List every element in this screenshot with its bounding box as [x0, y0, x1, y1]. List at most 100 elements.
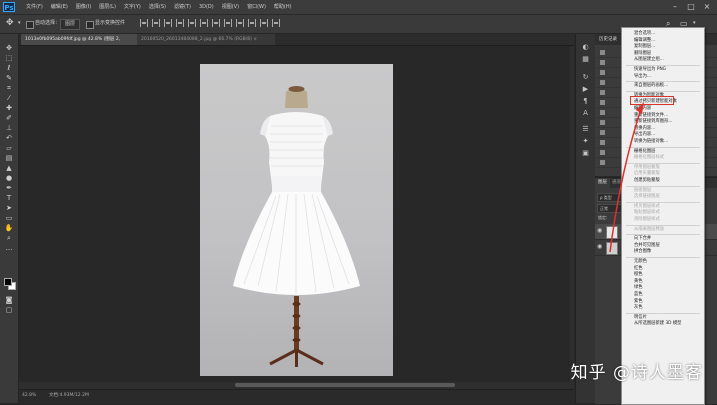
vertical-scrollbar[interactable] [570, 46, 574, 382]
context-menu-item[interactable]: 重新链接到文件... [634, 113, 668, 119]
paragraph-panel-icon[interactable]: ¶ [581, 98, 590, 105]
menu-layer[interactable]: 图层(L) [95, 0, 120, 14]
move-tool-icon[interactable]: ✥ [6, 17, 14, 30]
context-menu-item[interactable]: 快速导出为 PNG [634, 67, 666, 73]
pen-tool-icon[interactable]: ✒ [3, 184, 15, 192]
properties-panel-icon[interactable]: ☰ [581, 126, 590, 133]
align-middle-icon[interactable] [152, 19, 160, 27]
hand-tool-icon[interactable]: ✋ [3, 224, 15, 232]
context-menu-item[interactable]: 导出内容... [634, 132, 655, 138]
actions-panel-icon[interactable]: ▶ [581, 86, 590, 93]
distribute-center-icon[interactable] [260, 19, 268, 27]
context-menu-item[interactable]: 导出为... [634, 74, 651, 80]
show-transform-checkbox[interactable] [86, 21, 94, 29]
styles-panel-icon[interactable]: ✦ [581, 138, 590, 145]
marquee-tool-icon[interactable]: ⬚ [3, 54, 15, 62]
document-tab[interactable]: 20160520_26013484088_2.jpg @ 66.7% (RGB/… [137, 34, 275, 45]
context-menu-item[interactable]: 合并可见图层 [634, 243, 660, 249]
menu-help[interactable]: 帮助(H) [270, 0, 296, 14]
more-tools-icon[interactable]: … [3, 244, 15, 252]
eraser-tool-icon[interactable]: ▱ [3, 144, 15, 152]
history-tab[interactable]: 历史记录 [599, 34, 617, 45]
context-menu-item[interactable]: 重新链接到库图形... [634, 119, 672, 125]
context-menu-item[interactable]: 黄色 [634, 279, 643, 285]
dodge-tool-icon[interactable]: ● [3, 174, 15, 182]
scrollbar-thumb[interactable] [235, 383, 455, 387]
libraries-panel-icon[interactable]: ▣ [581, 150, 590, 157]
swatches-panel-icon[interactable]: ▦ [581, 56, 590, 63]
align-left-icon[interactable] [176, 19, 184, 27]
path-select-icon[interactable]: ➤ [3, 204, 15, 212]
dropdown-arrow-icon[interactable]: ▾ [18, 17, 21, 30]
quick-select-tool-icon[interactable]: ✎ [3, 74, 15, 82]
blend-mode-select[interactable]: 正常 [597, 204, 623, 213]
distribute-top-icon[interactable] [212, 19, 220, 27]
character-panel-icon[interactable]: A [581, 110, 590, 117]
eyedropper-tool-icon[interactable]: ⁄ [3, 94, 15, 102]
clone-stamp-icon[interactable]: ⊥ [3, 124, 15, 132]
context-menu-item[interactable]: 绿色 [634, 285, 643, 291]
quick-mask-icon[interactable]: ◙ [3, 296, 15, 304]
zoom-level[interactable]: 42.8% [22, 390, 36, 401]
type-tool-icon[interactable]: T [3, 194, 15, 202]
distribute-bottom-icon[interactable] [236, 19, 244, 27]
crop-tool-icon[interactable]: ⌗ [3, 84, 15, 92]
eye-icon[interactable]: ◉ [597, 228, 602, 234]
zoom-tool-icon[interactable]: ⌕ [3, 234, 15, 242]
context-menu-item[interactable]: 编辑调整... [634, 38, 655, 44]
context-menu-item[interactable]: 蓝色 [634, 292, 643, 298]
menu-window[interactable]: 窗口(W) [243, 0, 270, 14]
canvas-area[interactable] [19, 46, 574, 382]
context-menu-item[interactable]: 红色 [634, 266, 643, 272]
menu-type[interactable]: 文字(Y) [120, 0, 145, 14]
context-menu-item[interactable]: 删除图层 [634, 51, 651, 57]
gradient-tool-icon[interactable]: ▤ [3, 154, 15, 162]
menu-edit[interactable]: 编辑(E) [47, 0, 72, 14]
context-menu-item[interactable]: 明信片 [634, 315, 647, 321]
align-bottom-icon[interactable] [164, 19, 172, 27]
healing-brush-icon[interactable]: ✚ [3, 104, 15, 112]
screen-mode-icon[interactable]: ▢ [3, 306, 15, 314]
history-brush-icon[interactable]: ↶ [3, 134, 15, 142]
menu-filter[interactable]: 滤镜(T) [170, 0, 195, 14]
lasso-tool-icon[interactable]: ℓ [3, 64, 15, 72]
context-menu-item[interactable]: 从图层建立组... [634, 57, 664, 63]
document-size[interactable]: 文档:4.93M/12.2M [49, 390, 89, 401]
context-menu-item[interactable]: 从所选图层新建 3D 模型 [634, 321, 681, 327]
brush-tool-icon[interactable]: ✐ [3, 114, 15, 122]
context-menu-item[interactable]: 编辑内容 [634, 106, 651, 112]
menu-3d[interactable]: 3D(D) [195, 0, 218, 14]
context-menu-item[interactable]: 橙色 [634, 272, 643, 278]
document-tab-active[interactable]: 1013e0fb095ab09fdf.jpg @ 42.8% (图层 2, RG… [21, 34, 141, 53]
distribute-middle-icon[interactable] [224, 19, 232, 27]
align-center-icon[interactable] [188, 19, 196, 27]
align-top-icon[interactable] [140, 19, 148, 27]
context-menu-item[interactable]: 替换内容... [634, 126, 655, 132]
horizontal-scrollbar[interactable] [19, 382, 574, 389]
close-button[interactable]: × [699, 0, 715, 14]
foreground-color-swatch[interactable] [4, 278, 12, 286]
align-right-icon[interactable] [200, 19, 208, 27]
menu-select[interactable]: 选择(S) [145, 0, 170, 14]
move-tool-icon[interactable]: ✥ [3, 44, 15, 52]
menu-file[interactable]: 文件(F) [22, 0, 47, 14]
context-menu-item[interactable]: 来自图层的画板... [634, 83, 668, 89]
context-menu-item[interactable]: 紫色 [634, 299, 643, 305]
menu-image[interactable]: 图像(I) [72, 0, 95, 14]
minimize-button[interactable]: – [667, 0, 683, 14]
history-panel-icon[interactable]: ↻ [581, 74, 590, 81]
blur-tool-icon[interactable]: ▲ [3, 164, 15, 172]
eye-icon[interactable]: ◉ [597, 244, 602, 250]
context-menu-item[interactable]: 灰色 [634, 305, 643, 311]
rectangle-tool-icon[interactable]: ▭ [3, 214, 15, 222]
color-panel-icon[interactable]: ◐ [581, 44, 590, 51]
menu-view[interactable]: 视图(V) [218, 0, 243, 14]
context-menu-item[interactable]: 向下合并 [634, 236, 651, 242]
context-menu-item[interactable]: 拼合图像 [634, 249, 651, 255]
distribute-right-icon[interactable] [272, 19, 280, 27]
distribute-left-icon[interactable] [248, 19, 256, 27]
context-menu-item[interactable]: 创建剪贴蒙版 [634, 178, 660, 184]
context-menu-item[interactable]: 转换为链接对象... [634, 139, 668, 145]
context-menu-item[interactable]: 无颜色 [634, 259, 647, 265]
context-menu-item[interactable]: 复制图层... [634, 44, 655, 50]
